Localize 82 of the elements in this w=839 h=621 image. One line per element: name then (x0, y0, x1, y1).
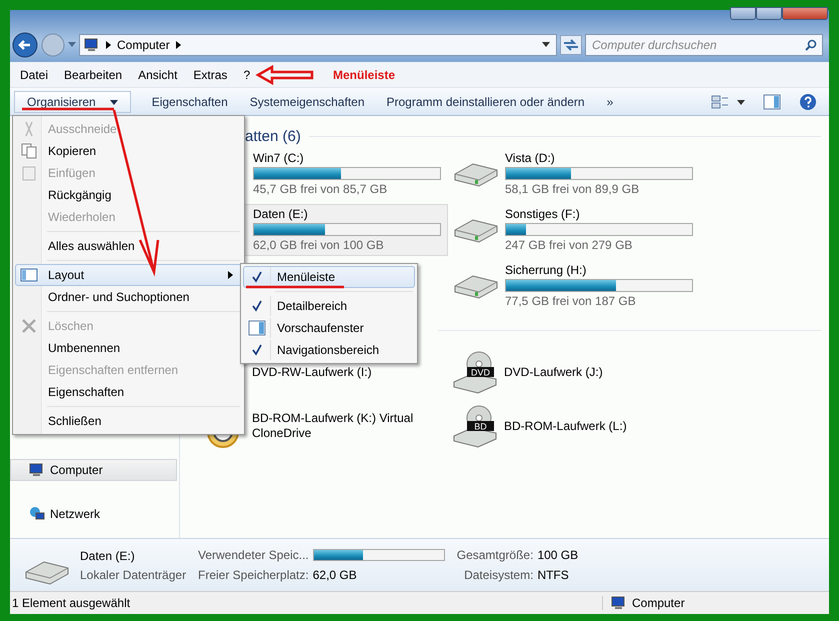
status-text: 1 Element ausgewählt (12, 596, 603, 610)
maximize-button[interactable] (756, 7, 782, 20)
caret-icon[interactable] (68, 42, 76, 48)
nav-item[interactable]: Netzwerk (10, 503, 177, 525)
menu-item[interactable]: Ordner- und Suchoptionen (15, 286, 242, 308)
section-header: atten (6) (245, 128, 301, 144)
address-bar[interactable]: Computer (79, 34, 557, 56)
computer-icon (29, 463, 45, 477)
menu-item[interactable]: Vorschaufenster (243, 317, 415, 339)
field-value: NTFS (537, 568, 570, 582)
clipboard-icon (22, 165, 36, 181)
free-space-text: 247 GB frei von 279 GB (505, 238, 634, 252)
free-space-text: 45,7 GB frei von 85,7 GB (253, 182, 388, 196)
preview-pane-icon (248, 320, 266, 336)
menu-bar-item[interactable]: Extras (185, 68, 236, 82)
minimize-button[interactable] (730, 7, 756, 20)
view-options-icon[interactable] (711, 94, 745, 108)
computer-icon (611, 596, 627, 610)
organize-button[interactable]: Organisieren (14, 90, 131, 112)
menu-item[interactable]: Navigationsbereich (243, 339, 415, 361)
dropdown-icon[interactable] (542, 42, 550, 48)
drive-tile[interactable]: Sicherrung (H:) 77,5 GB frei von 187 GB (452, 260, 700, 312)
menu-item[interactable]: Layout (15, 264, 242, 286)
breadcrumb-arrow-icon[interactable] (106, 41, 111, 49)
field-value: 62,0 GB (312, 568, 358, 582)
breadcrumb-arrow-icon[interactable] (176, 41, 181, 49)
copy-icon (21, 143, 37, 159)
caret-icon (110, 100, 118, 105)
checkmark-icon (251, 271, 263, 283)
breadcrumb[interactable]: Computer (117, 38, 170, 52)
search-field[interactable]: Computer durchsuchen (585, 34, 823, 56)
drive-name: Daten (E:) (80, 548, 136, 562)
drive-name: DVD-Laufwerk (J:) (504, 364, 604, 380)
field-value: 100 GB (537, 548, 578, 562)
drive-name: Daten (E:) (253, 207, 309, 221)
computer-icon (84, 38, 100, 52)
drive-type: Lokaler Datenträger (80, 568, 188, 582)
layout-icon (20, 268, 38, 282)
refresh-button[interactable] (560, 35, 582, 55)
menu-item[interactable]: Umbenennen (15, 337, 242, 359)
annotation-label: Menüleiste (333, 68, 396, 82)
submenu-arrow-icon (228, 271, 233, 279)
drive-name: DVD-RW-Laufwerk (I:) (252, 364, 373, 380)
menu-item[interactable]: Menüleiste (243, 266, 415, 288)
drive-tile[interactable]: Vista (D:) 58,1 GB frei von 89,9 GB (452, 148, 700, 200)
menu-item[interactable]: Eigenschaften (15, 381, 242, 403)
network-icon (29, 506, 45, 522)
field-label: Dateisystem: (463, 568, 534, 582)
drive-tile[interactable]: Sonstiges (F:) 247 GB frei von 279 GB (452, 204, 700, 256)
field-label: Verwendeter Speic... (198, 548, 309, 562)
nav-item[interactable]: Computer (10, 459, 177, 481)
drive-name: Sonstiges (F:) (505, 207, 581, 221)
drive-name: BD-ROM-Laufwerk (K:) Virtual CloneDrive (252, 411, 414, 441)
menu-bar-item[interactable]: Ansicht (130, 68, 186, 82)
status-location: Computer (632, 596, 685, 610)
drive-name: Sicherrung (H:) (505, 263, 588, 277)
help-icon[interactable] (799, 92, 817, 110)
toolbar-button[interactable]: Programm deinstallieren oder ändern (378, 90, 594, 112)
drive-name: Win7 (C:) (253, 151, 305, 165)
menu-item[interactable]: Schließen (15, 410, 242, 432)
drive-name: BD-ROM-Laufwerk (L:) (504, 418, 628, 434)
annotation-arrow (255, 64, 314, 86)
menu-bar-item[interactable]: ? (235, 68, 258, 82)
more-button[interactable]: » (598, 90, 622, 112)
free-space-text: 58,1 GB frei von 89,9 GB (505, 182, 640, 196)
menu-item[interactable]: Detailbereich (243, 295, 415, 317)
menu-bar-item[interactable]: Bearbeiten (56, 68, 130, 82)
search-icon[interactable] (805, 39, 817, 51)
free-space-text: 62,0 GB frei von 100 GB (253, 238, 385, 252)
field-label: Gesamtgröße: (456, 548, 534, 562)
delete-icon (22, 319, 36, 333)
field-label: Freier Speicherplatz: (198, 568, 309, 582)
free-space-text: 77,5 GB frei von 187 GB (505, 294, 637, 308)
checkmark-icon (251, 344, 263, 356)
preview-pane-icon[interactable] (763, 94, 781, 110)
close-button[interactable] (782, 7, 828, 20)
toolbar-button[interactable]: Eigenschaften (142, 90, 237, 112)
toolbar-button[interactable]: Systemeigenschaften (240, 90, 374, 112)
checkmark-icon (251, 300, 263, 312)
back-button[interactable] (12, 32, 38, 58)
drive-name: Vista (D:) (505, 151, 556, 165)
menu-bar-item[interactable]: Datei (12, 68, 56, 82)
